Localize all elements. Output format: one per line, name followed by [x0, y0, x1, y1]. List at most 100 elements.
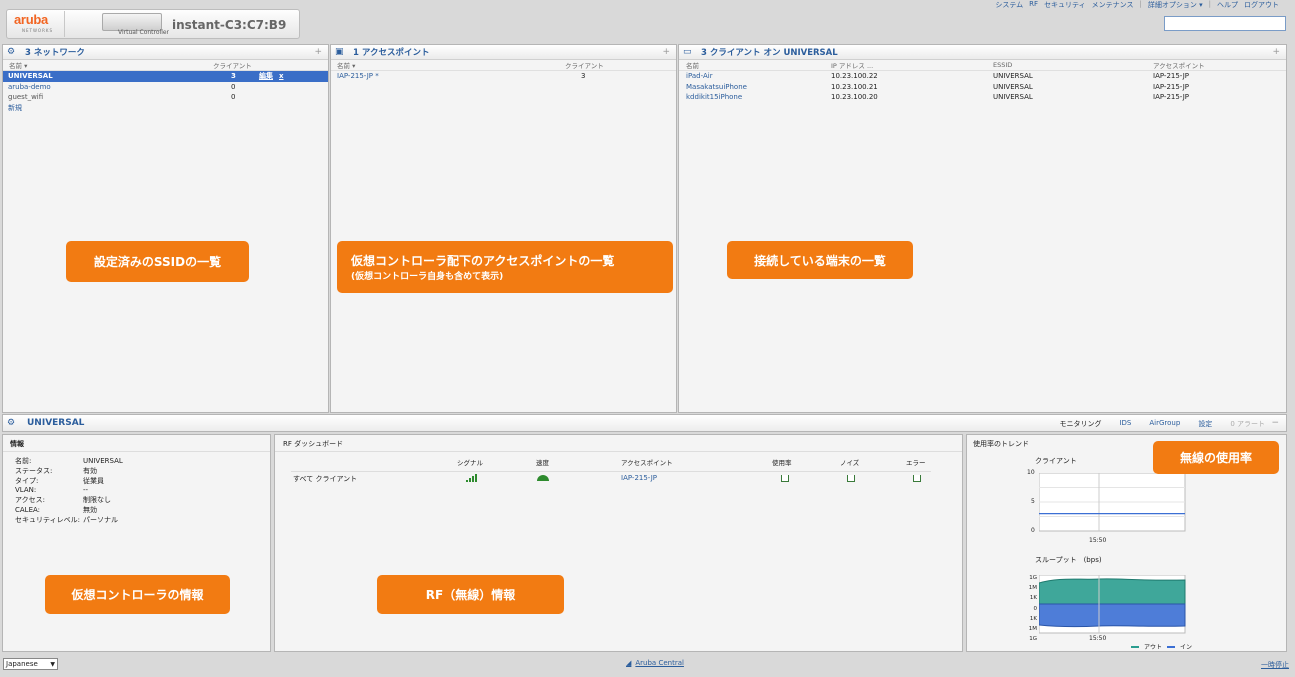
add-icon[interactable]: + [1272, 47, 1280, 57]
network-icon: ⚙ [7, 418, 16, 428]
usage-icon [781, 475, 789, 484]
throughput-chart [1039, 575, 1186, 634]
speed-icon [537, 474, 549, 483]
throughput-in-area [1039, 603, 1186, 628]
callout-vc-info: 仮想コントローラの情報 [45, 575, 230, 614]
col-name[interactable]: 名前 [679, 60, 831, 70]
add-icon[interactable]: + [662, 47, 670, 57]
aruba-logo: aruba [14, 12, 48, 27]
callout-clients: 接続している端末の一覧 [727, 241, 913, 279]
nav-maintenance[interactable]: メンテナンス [1092, 0, 1134, 10]
callout-ap: 仮想コントローラ配下のアクセスポイントの一覧 (仮想コントローラ自身も含めて表示) [337, 241, 673, 293]
detail-tabs: モニタリング IDS AirGroup 設定 0 アラート [1059, 419, 1265, 429]
nav-rf[interactable]: RF [1029, 0, 1038, 10]
rf-ap-link[interactable]: IAP-215-JP [621, 474, 657, 482]
throughput-x-tick: 15:50 [1089, 635, 1107, 642]
network-icon: ⚙ [7, 47, 16, 57]
network-clients: 3 [231, 72, 236, 81]
collapse-icon[interactable]: − [1271, 418, 1279, 428]
col-ip[interactable]: IP アドレス ... [831, 60, 993, 70]
nav-separator: | [1208, 0, 1211, 8]
client-row[interactable]: kddikit15iPhone 10.23.100.20 UNIVERSAL I… [679, 92, 1286, 103]
aruba-central-link[interactable]: ◢ Aruba Central [626, 659, 684, 667]
alerts-badge[interactable]: 0 アラート [1230, 419, 1265, 429]
vc-label: Virtual Controller [118, 29, 170, 36]
callout-ssid: 設定済みのSSIDの一覧 [66, 241, 249, 282]
nav-separator: | [1139, 0, 1142, 8]
add-icon[interactable]: + [314, 47, 322, 57]
network-row[interactable]: UNIVERSAL 3 編集 x [3, 71, 328, 82]
client-name: MasakatsuiPhone [686, 82, 747, 91]
pause-link[interactable]: 一時停止 [1261, 660, 1289, 670]
network-name: guest_wifi [8, 93, 44, 102]
networks-panel: ⚙ 3 ネットワーク + 名前 ▾ クライアント UNIVERSAL 3 編集 … [2, 44, 329, 413]
instance-name: instant-C3:C7:B9 [172, 18, 287, 32]
network-row[interactable]: aruba-demo 0 [3, 82, 328, 93]
legend-in-swatch [1167, 645, 1176, 648]
nav-security[interactable]: セキュリティ [1044, 0, 1086, 10]
info-list: 名前: UNIVERSAL ステータス: 有効 タイプ: 従業員 VLAN: -- アク… [3, 452, 270, 525]
throughput-out-area [1039, 578, 1186, 605]
info-item: タイプ: 従業員 [15, 476, 104, 485]
clients-x-tick: 15:50 [1089, 537, 1107, 544]
new-network-link[interactable]: 新規 [3, 103, 22, 113]
ap-icon: ▣ [335, 47, 344, 57]
network-name: UNIVERSAL [8, 72, 53, 81]
noise-icon [847, 475, 855, 484]
client-ip: 10.23.100.21 [831, 82, 878, 91]
aps-col-header: 名前 ▾ クライアント [331, 60, 676, 71]
clients-y-tick: 5 [1031, 498, 1035, 505]
nav-logout[interactable]: ログアウト [1244, 0, 1279, 10]
client-row[interactable]: MasakatsuiPhone 10.23.100.21 UNIVERSAL I… [679, 82, 1286, 93]
client-ip: 10.23.100.22 [831, 72, 878, 81]
col-ap: アクセスポイント [621, 459, 673, 467]
info-item: 名前: UNIVERSAL [15, 456, 123, 465]
client-ip: 10.23.100.20 [831, 93, 878, 102]
col-clients[interactable]: クライアント [565, 60, 604, 70]
tab-ids[interactable]: IDS [1119, 419, 1131, 429]
clients-panel: ▭ 3 クライアント オン UNIVERSAL + 名前 IP アドレス ...… [678, 44, 1287, 413]
tab-settings[interactable]: 設定 [1198, 419, 1212, 429]
rf-row[interactable]: すべて クライアント IAP-215-JP [291, 471, 931, 483]
new-network-row: 新規 [3, 103, 328, 114]
delete-link[interactable]: x [279, 72, 284, 80]
col-noise: ノイズ [840, 459, 860, 467]
rf-row-label: すべて クライアント [293, 475, 358, 483]
col-name[interactable]: 名前 ▾ [331, 60, 565, 70]
client-row[interactable]: iPad-Air 10.23.100.22 UNIVERSAL IAP-215-… [679, 71, 1286, 82]
nav-advanced[interactable]: 詳細オプション ▾ [1148, 0, 1203, 10]
ap-row[interactable]: IAP-215-JP * 3 [331, 71, 676, 82]
edit-link[interactable]: 編集 [259, 71, 273, 81]
client-essid: UNIVERSAL [993, 82, 1033, 91]
networks-title: 3 ネットワーク [25, 48, 85, 58]
nav-help[interactable]: ヘルプ [1217, 0, 1238, 10]
info-item: CALEA: 無効 [15, 505, 97, 514]
info-title: 情報 [3, 435, 270, 452]
info-item: アクセス: 制限なし [15, 496, 111, 505]
col-speed: 速度 [536, 459, 549, 467]
network-row[interactable]: guest_wifi 0 [3, 92, 328, 103]
throughput-chart-label: スループット (bps) [1035, 556, 1102, 564]
tab-airgroup[interactable]: AirGroup [1149, 419, 1180, 429]
network-clients: 0 [231, 93, 236, 102]
top-nav: システム RF セキュリティ メンテナンス | 詳細オプション ▾ | ヘルプ … [995, 0, 1279, 10]
language-select[interactable]: Japanese ▼ [3, 658, 58, 670]
legend-in-label: イン [1180, 644, 1193, 651]
callout-rf: RF（無線）情報 [377, 575, 564, 614]
col-name[interactable]: 名前 ▾ [3, 60, 213, 70]
clients-col-header: 名前 IP アドレス ... ESSID アクセスポイント [679, 60, 1286, 71]
throughput-y-axis: 1G 1M 1K 0 1K 1M 1G [1028, 575, 1037, 643]
col-signal: シグナル [457, 459, 483, 467]
nav-system[interactable]: システム [995, 0, 1023, 10]
networks-header: ⚙ 3 ネットワーク + [3, 45, 328, 60]
info-item: VLAN: -- [15, 486, 89, 495]
tab-monitoring[interactable]: モニタリング [1059, 419, 1101, 429]
col-essid[interactable]: ESSID [993, 61, 1153, 69]
info-panel: 情報 名前: UNIVERSAL ステータス: 有効 タイプ: 従業員 VLAN: --… [2, 434, 271, 652]
detail-title: UNIVERSAL [27, 418, 85, 428]
col-clients[interactable]: クライアント [213, 60, 252, 70]
clients-chart [1039, 473, 1186, 532]
network-name: aruba-demo [8, 82, 51, 91]
search-input[interactable] [1164, 16, 1286, 31]
col-ap[interactable]: アクセスポイント [1153, 60, 1205, 70]
